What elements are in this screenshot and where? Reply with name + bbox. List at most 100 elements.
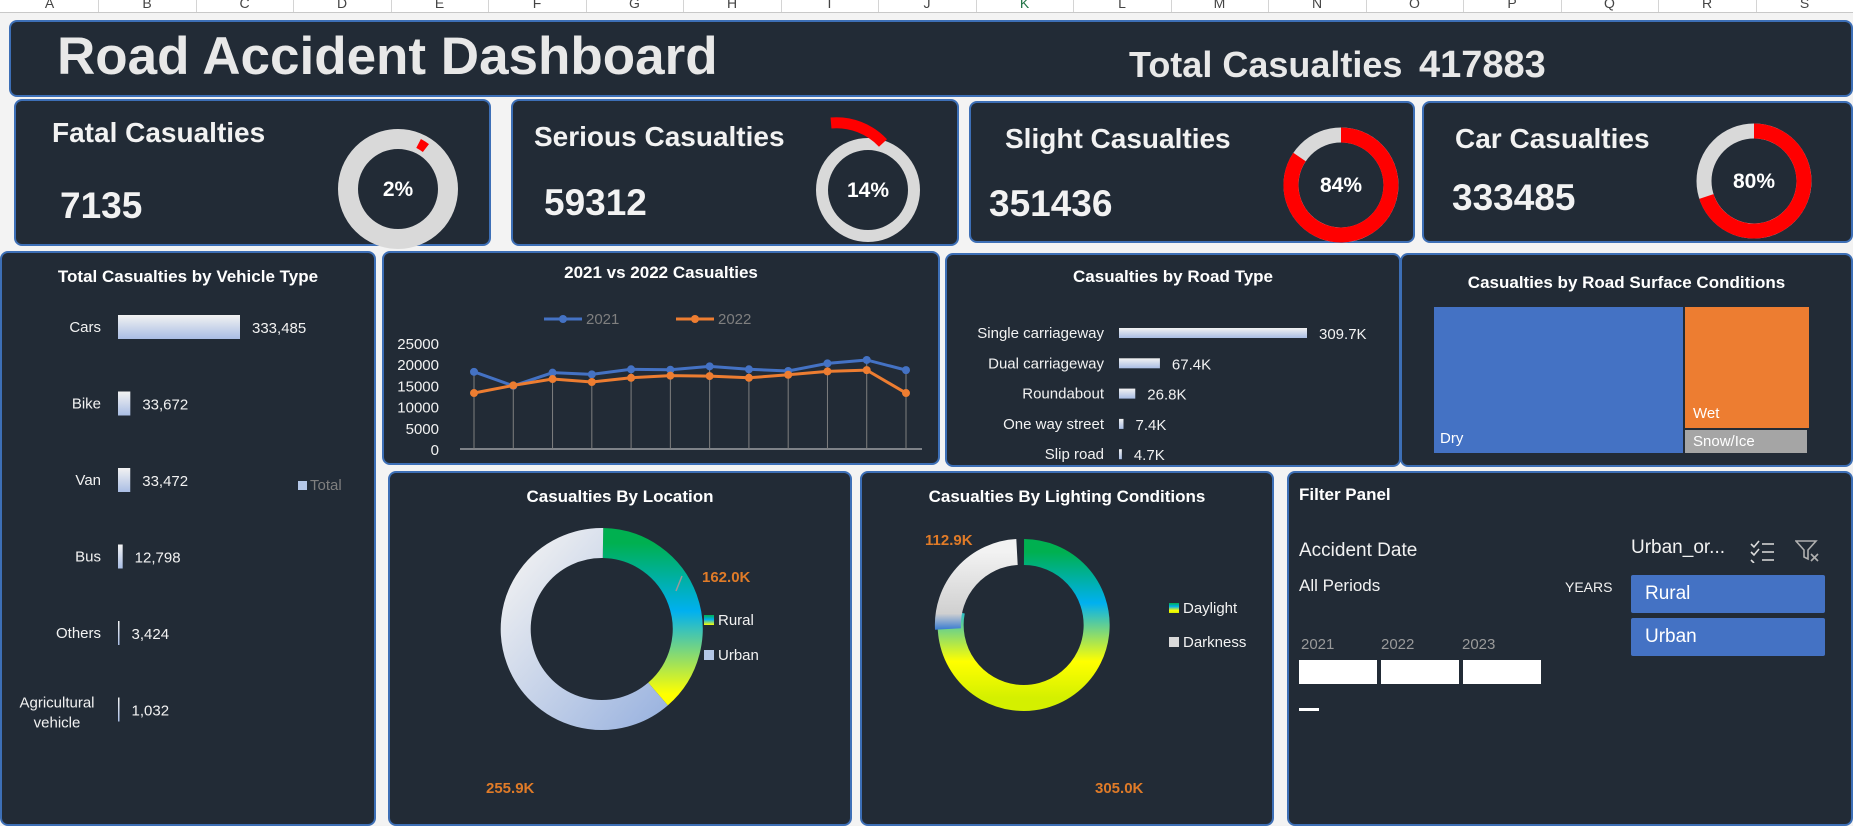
column-header-n[interactable]: N: [1269, 0, 1367, 12]
data-label: 4.7K: [1134, 447, 1165, 464]
donut-value-label: 162.0K: [702, 569, 751, 586]
legend-label: Total: [310, 477, 342, 494]
column-header-b[interactable]: B: [99, 0, 197, 12]
legend-marker: [691, 315, 699, 323]
road-type-chart: Single carriageway 309.7K Dual carriageway…: [977, 325, 1366, 464]
data-point: [823, 359, 832, 368]
data-label: 67.4K: [1172, 356, 1211, 373]
timeline-bar-2021[interactable]: [1299, 660, 1377, 684]
data-label: 7.4K: [1135, 417, 1166, 434]
data-point: [705, 362, 714, 371]
column-header-c[interactable]: C: [196, 0, 294, 12]
x-tick-label: Dec: [893, 462, 920, 463]
column-header-p[interactable]: P: [1464, 0, 1562, 12]
date-filter-label: Accident Date: [1299, 540, 1418, 561]
timeline-scrollbar[interactable]: [1299, 708, 1319, 711]
treemap-snow-ice: Snow/Ice: [1685, 430, 1807, 453]
bar: [118, 621, 120, 645]
filter-panel-title: Filter Panel: [1299, 485, 1391, 504]
legend-swatch: [704, 615, 714, 625]
kpi-title: Serious Casualties: [534, 121, 785, 152]
category-label: Roundabout: [1022, 386, 1105, 403]
data-point: [862, 366, 871, 375]
column-header-o[interactable]: O: [1366, 0, 1464, 12]
page-title: Road Accident Dashboard: [57, 27, 718, 86]
data-label: 33,672: [142, 397, 188, 414]
column-header-bar: ABCDEFGHIJKLMNOPQRS: [0, 0, 1853, 13]
data-point: [666, 371, 675, 380]
column-header-r[interactable]: R: [1659, 0, 1757, 12]
legend-swatch: [298, 481, 307, 490]
ring-fill: [416, 138, 429, 153]
bar: [1119, 358, 1160, 369]
clear-filter-icon[interactable]: [1795, 539, 1821, 563]
data-label: 12,798: [135, 550, 181, 567]
location-donut-chart: 162.0K 255.9K Rural Urban: [486, 527, 759, 797]
timeline-bar-2023[interactable]: [1463, 660, 1541, 684]
data-point: [548, 375, 557, 384]
slicer-option-rural[interactable]: Rural: [1631, 575, 1825, 613]
slicer-title: Urban_or...: [1631, 537, 1725, 558]
legend-marker: [559, 315, 567, 323]
data-label: 1,032: [132, 703, 170, 720]
category-label: Single carriageway: [977, 325, 1104, 342]
series-line: [473, 368, 907, 395]
timeline-bar-2022[interactable]: [1381, 660, 1459, 684]
column-header-s[interactable]: S: [1756, 0, 1853, 12]
slicer-option-urban[interactable]: Urban: [1631, 618, 1825, 656]
category-label: Others: [56, 625, 101, 642]
data-point: [902, 366, 910, 375]
category-label: Dual carriageway: [988, 355, 1104, 372]
kpi-ring-chart: 80%: [1696, 123, 1812, 239]
column-header-q[interactable]: Q: [1561, 0, 1659, 12]
multi-select-icon[interactable]: [1749, 539, 1775, 563]
column-header-h[interactable]: H: [684, 0, 782, 12]
column-header-d[interactable]: D: [294, 0, 392, 12]
column-header-g[interactable]: G: [586, 0, 684, 12]
column-header-e[interactable]: E: [391, 0, 489, 12]
chart-title: Casualties by Road Surface Conditions: [1467, 273, 1786, 292]
treemap-label: Snow/Ice: [1693, 433, 1755, 450]
data-point: [744, 373, 753, 382]
donut-slice-darkness: [934, 539, 1019, 630]
legend-label: Daylight: [1183, 600, 1238, 617]
category-label: Bike: [72, 396, 101, 413]
column-header-i[interactable]: I: [781, 0, 879, 12]
bar: [118, 697, 120, 722]
column-header-k[interactable]: K: [976, 0, 1074, 12]
kpi-title: Car Casualties: [1455, 123, 1650, 154]
x-tick-label: Oct: [816, 462, 840, 463]
legend-label: Urban: [718, 647, 759, 664]
surface-conditions-chart-panel: Casualties by Road Surface Conditions Dr…: [1400, 253, 1853, 467]
total-casualties-label: Total Casualties: [1129, 44, 1403, 85]
kpi-ring-chart: 14%: [816, 117, 920, 242]
data-point: [587, 370, 596, 379]
legend-label: Rural: [718, 612, 754, 629]
column-header-f[interactable]: F: [489, 0, 587, 12]
donut-slice-urban: [500, 527, 668, 730]
donut-value-label: 255.9K: [486, 780, 535, 797]
kpi-card-serious: Serious Casualties 59312 14%: [511, 99, 959, 246]
bar: [118, 544, 123, 569]
location-chart-panel: Casualties By Location 162.0K 255.9K Rur…: [388, 471, 852, 826]
column-header-j[interactable]: J: [879, 0, 977, 12]
column-header-m[interactable]: M: [1171, 0, 1269, 12]
data-label: 26.8K: [1147, 387, 1186, 404]
column-header-a[interactable]: A: [1, 0, 99, 12]
kpi-title: Fatal Casualties: [52, 117, 266, 148]
legend-label: Darkness: [1183, 634, 1246, 651]
bar: [1119, 449, 1122, 460]
treemap-wet: Wet: [1685, 307, 1809, 428]
data-point: [902, 389, 910, 398]
x-tick-label: Jan: [462, 462, 486, 463]
kpi-card-slight: Slight Casualties 351436 84%: [969, 101, 1415, 243]
x-tick-label: Mar: [540, 462, 566, 463]
y-tick-label: 15000: [397, 378, 439, 395]
category-label: Bus: [75, 549, 101, 566]
column-header-l[interactable]: L: [1074, 0, 1172, 12]
legend: Total: [298, 477, 342, 494]
category-label: One way street: [1003, 416, 1105, 433]
donut-slice-rural: [602, 528, 703, 706]
data-point: [705, 372, 714, 381]
kpi-title: Slight Casualties: [1005, 123, 1231, 154]
